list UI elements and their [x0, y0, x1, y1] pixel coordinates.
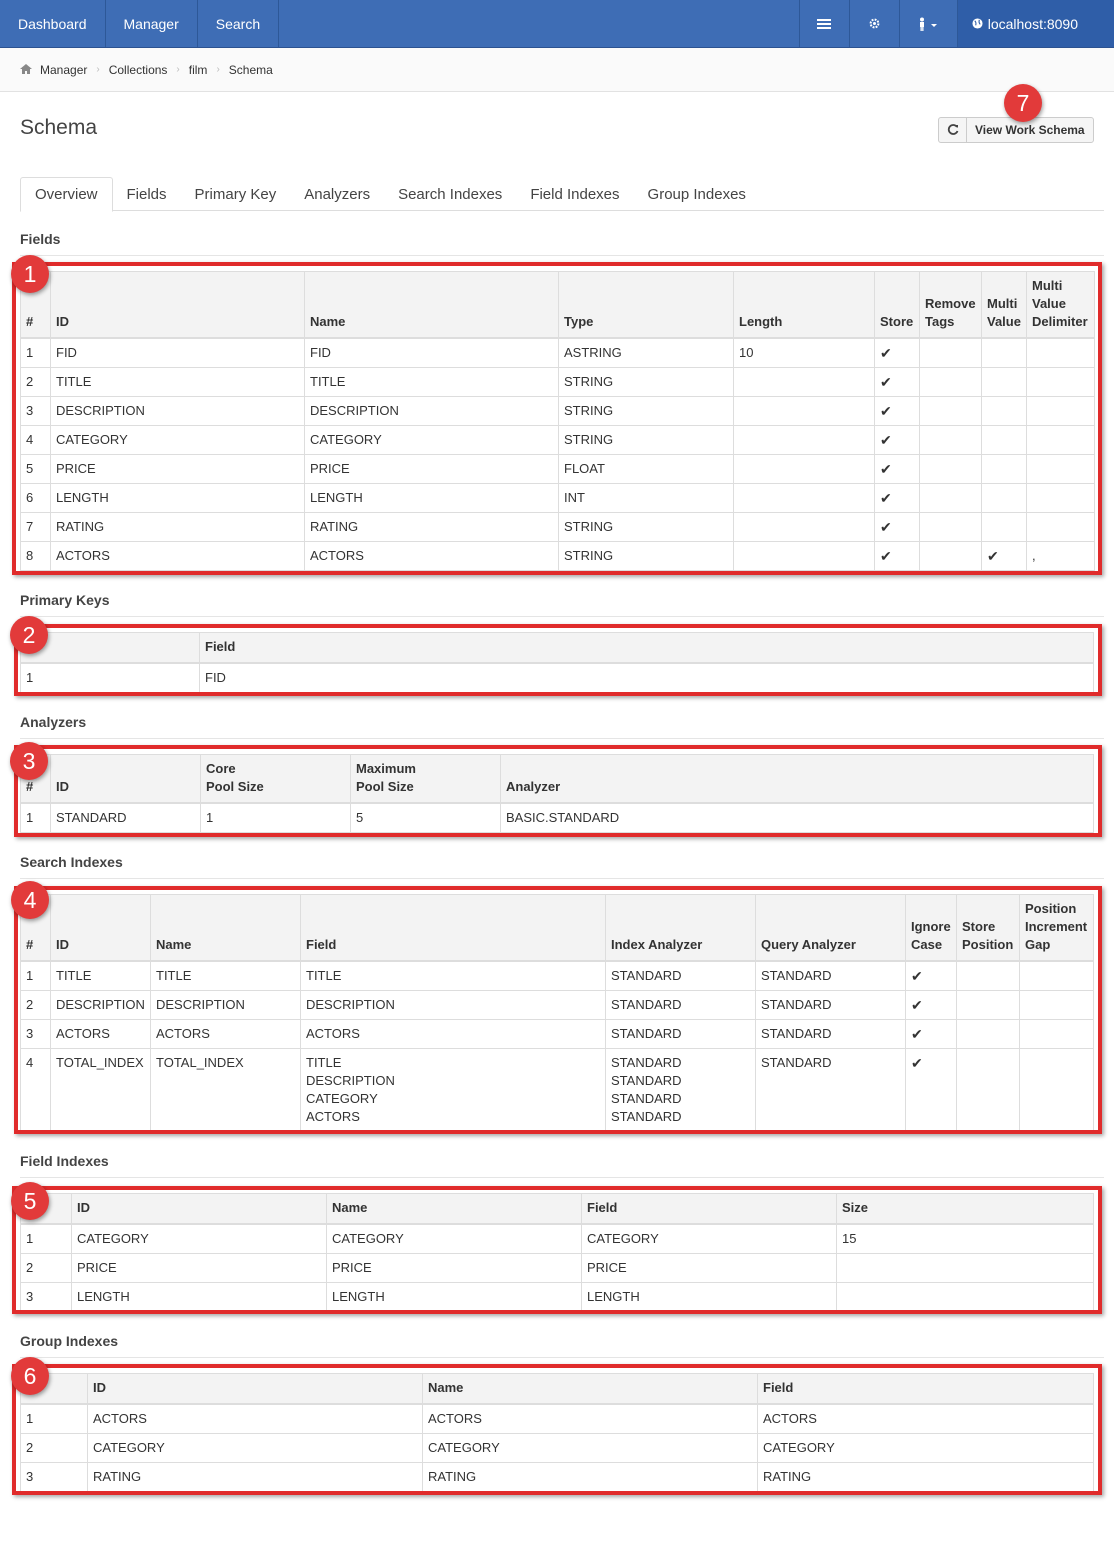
- view-work-schema-label: View Work Schema: [975, 123, 1085, 137]
- top-navbar: Dashboard Manager Search localhost:8090: [0, 0, 1114, 48]
- host-indicator[interactable]: localhost:8090: [956, 0, 1114, 47]
- chevron-right-icon: ›: [96, 64, 100, 75]
- breadcrumb: Manager › Collections › film › Schema: [0, 48, 1114, 92]
- breadcrumb-collections[interactable]: Collections: [109, 63, 168, 77]
- chevron-right-icon: ›: [176, 64, 180, 75]
- chevron-right-icon: ›: [216, 64, 220, 75]
- gear-icon[interactable]: [848, 0, 899, 47]
- annotation-badge-1: 1: [11, 255, 49, 293]
- breadcrumb-schema: Schema: [228, 62, 273, 77]
- host-label: localhost:8090: [987, 15, 1078, 32]
- search-indexes-section-title: Search Indexes: [20, 854, 123, 870]
- tab-field-indexes[interactable]: Field Indexes: [516, 177, 633, 211]
- fields-section-title: Fields: [20, 231, 61, 247]
- breadcrumb-film[interactable]: film: [189, 63, 208, 77]
- group-indexes-section-title: Group Indexes: [20, 1333, 119, 1349]
- globe-icon: [972, 18, 983, 29]
- tab-primary-key[interactable]: Primary Key: [181, 177, 291, 211]
- annotation-badge-6: 6: [11, 1357, 49, 1395]
- annotation-box-4: [14, 886, 1102, 1134]
- annotation-box-2: [14, 624, 1102, 696]
- home-icon[interactable]: [20, 63, 32, 77]
- list-icon[interactable]: [798, 0, 849, 47]
- tab-analyzers[interactable]: Analyzers: [290, 177, 384, 211]
- user-menu-icon[interactable]: [898, 0, 957, 47]
- tab-search-indexes[interactable]: Search Indexes: [384, 177, 516, 211]
- annotation-box-3: [14, 745, 1102, 837]
- annotation-badge-5: 5: [11, 1182, 49, 1220]
- analyzers-section-title: Analyzers: [20, 714, 87, 730]
- refresh-icon: [939, 118, 967, 142]
- page-title: Schema: [20, 116, 98, 139]
- annotation-box-5: [12, 1186, 1102, 1314]
- schema-tabs: Overview Fields Primary Key Analyzers Se…: [20, 177, 1104, 212]
- nav-manager[interactable]: Manager: [106, 0, 198, 47]
- tab-group-indexes[interactable]: Group Indexes: [634, 177, 760, 211]
- annotation-badge-7: 7: [1004, 84, 1042, 122]
- annotation-box-1: [12, 262, 1102, 575]
- primary-keys-section-title: Primary Keys: [20, 592, 110, 608]
- tab-fields[interactable]: Fields: [113, 177, 181, 211]
- annotation-box-6: [12, 1364, 1102, 1495]
- breadcrumb-manager[interactable]: Manager: [40, 63, 87, 77]
- nav-search[interactable]: Search: [198, 0, 280, 47]
- annotation-badge-4: 4: [11, 881, 49, 919]
- tab-overview[interactable]: Overview: [20, 177, 113, 212]
- annotation-badge-3: 3: [10, 742, 48, 780]
- annotation-badge-2: 2: [10, 616, 48, 654]
- nav-dashboard[interactable]: Dashboard: [0, 0, 106, 47]
- field-indexes-section-title: Field Indexes: [20, 1153, 109, 1169]
